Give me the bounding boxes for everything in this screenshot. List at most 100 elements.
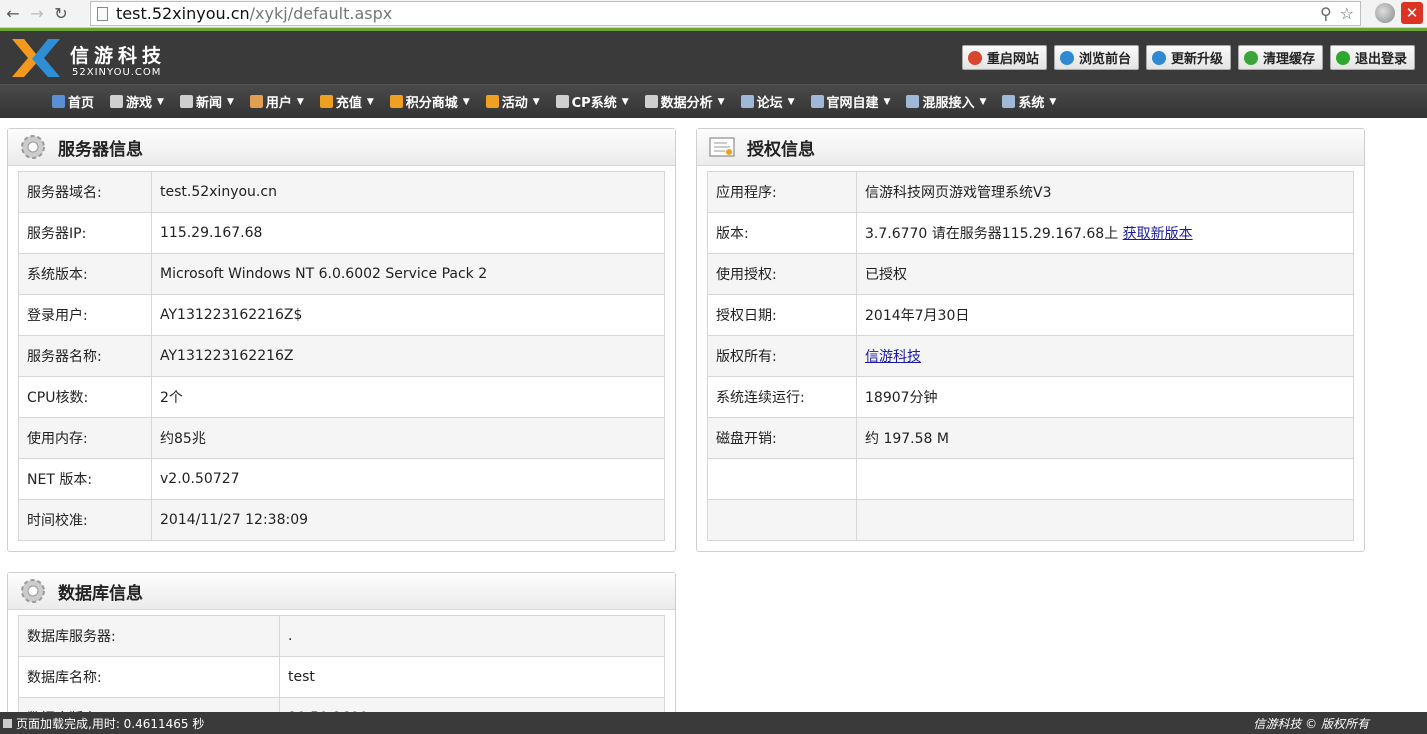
row-value: .: [288, 628, 293, 644]
menu-item-10[interactable]: 官网自建 ▼: [810, 92, 891, 111]
menu-item-3[interactable]: 用户 ▼: [249, 92, 304, 111]
menu-item-8[interactable]: 数据分析 ▼: [644, 92, 725, 111]
star-icon[interactable]: ☆: [1340, 4, 1354, 23]
header-button-1[interactable]: 浏览前台: [1053, 45, 1139, 70]
button-label: 更新升级: [1170, 52, 1223, 67]
row-link[interactable]: 信游科技: [865, 349, 921, 365]
browser-toolbar: ← → ↻ test.52xinyou.cn/xykj/default.aspx…: [0, 0, 1427, 28]
chevron-down-icon: ▼: [717, 96, 725, 107]
row-value: 2个: [160, 390, 183, 406]
status-bar: 页面加载完成,用时: 0.4611465 秒 信游科技 © 版权所有: [0, 712, 1427, 734]
forward-icon[interactable]: →: [26, 3, 48, 25]
row-value-cell: 信游科技网页游戏管理系统V3: [856, 171, 1354, 213]
table-row: 服务器域名: test.52xinyou.cn: [18, 171, 665, 213]
url-host: test.52xinyou.cn: [116, 4, 250, 23]
table-row: 磁盘开销: 约 197.58 M: [707, 417, 1354, 459]
chevron-down-icon: ▼: [226, 96, 234, 107]
header-button-0[interactable]: 重启网站: [961, 45, 1047, 70]
table-row: 服务器IP: 115.29.167.68: [18, 212, 665, 254]
table-row: 登录用户: AY131223162216Z$: [18, 294, 665, 336]
row-label: [707, 458, 857, 500]
menu-item-4[interactable]: 充值 ▼: [319, 92, 374, 111]
row-value: v2.0.50727: [160, 471, 240, 487]
row-label: 使用授权:: [707, 253, 857, 295]
row-label: 数据库服务器:: [18, 615, 280, 657]
chevron-down-icon: ▼: [621, 96, 629, 107]
header-button-2[interactable]: 更新升级: [1145, 45, 1231, 70]
table-row: CPU核数: 2个: [18, 376, 665, 418]
button-label: 重启网站: [986, 52, 1039, 67]
row-value: 2014年7月30日: [865, 308, 970, 324]
menu-label: 活动: [501, 96, 528, 111]
menu-label: 首页: [68, 96, 95, 111]
close-icon[interactable]: ✕: [1401, 2, 1423, 24]
table-row: 版本: 3.7.6770 请在服务器115.29.167.68上 获取新版本: [707, 212, 1354, 254]
menu-icon: [740, 95, 754, 108]
menu-label: 混服接入: [922, 96, 975, 111]
chevron-down-icon: ▼: [157, 96, 164, 107]
menu-icon: [110, 95, 124, 108]
menu-item-11[interactable]: 混服接入 ▼: [906, 92, 986, 111]
row-label: 系统版本:: [18, 253, 152, 295]
site-header: 信游科技 52XINYOU.COM 重启网站 浏览前台 更新升级 清理缓存 退出登录: [0, 31, 1427, 84]
menu-item-5[interactable]: 积分商城 ▼: [389, 92, 470, 111]
table-row: 系统连续运行: 18907分钟: [707, 376, 1354, 418]
row-value-cell: test.52xinyou.cn: [151, 171, 665, 213]
button-icon: [1151, 50, 1166, 65]
row-value-cell: 约85兆: [151, 417, 665, 459]
row-label: 服务器名称:: [18, 335, 152, 377]
extension-icon[interactable]: [1375, 3, 1395, 23]
row-value: AY131223162216Z: [160, 348, 294, 364]
address-bar[interactable]: test.52xinyou.cn/xykj/default.aspx ⚲ ☆: [90, 1, 1361, 26]
key-icon[interactable]: ⚲: [1320, 4, 1332, 23]
menu-icon: [555, 95, 569, 108]
chevron-down-icon: ▼: [462, 96, 470, 107]
header-actions: 重启网站 浏览前台 更新升级 清理缓存 退出登录: [961, 45, 1415, 70]
gear-icon: [21, 135, 45, 159]
row-value-cell: 115.29.167.68: [151, 212, 665, 254]
load-time-text: 页面加载完成,用时: 0.4611465 秒: [16, 716, 205, 731]
menu-icon: [319, 95, 333, 108]
back-icon[interactable]: ←: [2, 3, 24, 25]
row-value-cell: 2个: [151, 376, 665, 418]
menu-item-0[interactable]: 首页: [52, 92, 94, 111]
menu-item-7[interactable]: CP系统 ▼: [555, 92, 629, 111]
menu-icon: [249, 95, 263, 108]
menu-item-1[interactable]: 游戏 ▼: [110, 92, 164, 111]
copyright-text: 信游科技 © 版权所有: [1253, 716, 1369, 731]
row-value-cell: 3.7.6770 请在服务器115.29.167.68上 获取新版本: [856, 212, 1354, 254]
license-info-panel: 授权信息 应用程序: 信游科技网页游戏管理系统V3 版本: 3.7.6770 请在服务…: [696, 128, 1365, 552]
row-link[interactable]: 获取新版本: [1123, 226, 1193, 242]
row-value-cell: 2014/11/27 12:38:09: [151, 499, 665, 541]
row-label: 版权所有:: [707, 335, 857, 377]
menu-item-6[interactable]: 活动 ▼: [485, 92, 540, 111]
menu-item-9[interactable]: 论坛 ▼: [740, 92, 795, 111]
server-info-table: 服务器域名: test.52xinyou.cn 服务器IP: 115.29.167.6…: [18, 171, 665, 541]
menu-item-12[interactable]: 系统 ▼: [1002, 92, 1056, 111]
row-value: test: [288, 669, 315, 685]
button-icon: [1335, 50, 1350, 65]
row-value-cell: AY131223162216Z$: [151, 294, 665, 336]
row-value-cell: [856, 458, 1354, 500]
button-label: 清理缓存: [1262, 52, 1315, 67]
row-value-cell: Microsoft Windows NT 6.0.6002 Service Pa…: [151, 253, 665, 295]
row-value-cell: .: [279, 615, 665, 657]
chevron-down-icon: ▼: [1049, 96, 1057, 107]
header-button-4[interactable]: 退出登录: [1329, 45, 1415, 70]
reload-icon[interactable]: ↻: [50, 3, 72, 25]
gear-icon: [21, 579, 45, 603]
row-value: 115.29.167.68: [160, 225, 263, 241]
row-label: CPU核数:: [18, 376, 152, 418]
database-info-panel: 数据库信息 数据库服务器:.数据库名称:test数据库版本:10.50.1600: [7, 572, 676, 734]
row-value-cell: 18907分钟: [856, 376, 1354, 418]
chevron-down-icon: ▼: [883, 96, 891, 107]
menu-label: 论坛: [756, 96, 783, 111]
table-row: 时间校准: 2014/11/27 12:38:09: [18, 499, 665, 541]
row-value: 约85兆: [160, 431, 206, 447]
table-row: 数据库服务器:.: [18, 615, 665, 657]
table-row: 使用授权: 已授权: [707, 253, 1354, 295]
header-button-3[interactable]: 清理缓存: [1237, 45, 1323, 70]
url-path: /xykj/default.aspx: [249, 4, 393, 23]
menu-item-2[interactable]: 新闻 ▼: [179, 92, 234, 111]
row-value-cell: test: [279, 656, 665, 698]
